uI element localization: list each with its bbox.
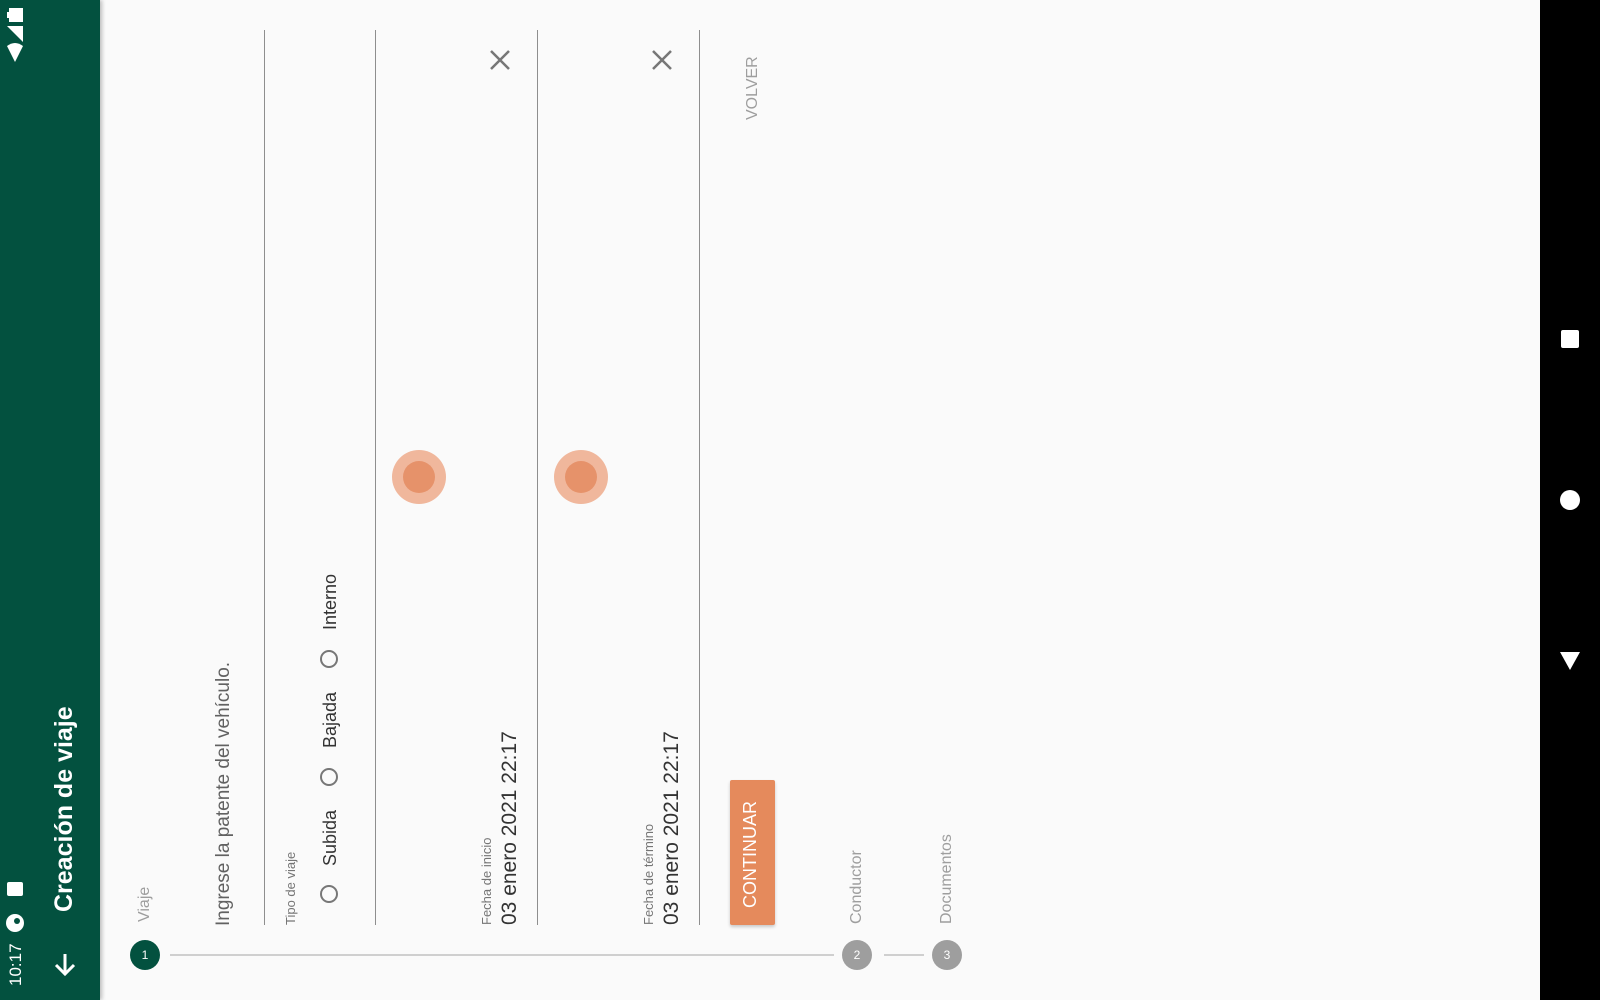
radio-bajada-label[interactable]: Bajada xyxy=(320,692,341,748)
end-date-label: Fecha de término xyxy=(641,823,656,925)
step-1-circle[interactable]: 1 xyxy=(130,940,160,970)
sd-card-icon xyxy=(7,882,23,896)
account-icon xyxy=(6,914,24,932)
step-2-circle[interactable]: 2 xyxy=(842,940,872,970)
trip-type-label: Tipo de viaje xyxy=(283,851,298,925)
system-nav-bar xyxy=(1540,0,1600,1000)
app-bar: 10:17 Creación de viaje xyxy=(0,0,100,1000)
back-button[interactable]: VOLVER xyxy=(744,56,762,120)
page-title: Creación de viaje xyxy=(50,706,78,912)
step-1-label: Viaje xyxy=(136,886,153,922)
signal-icon xyxy=(7,26,23,42)
back-arrow-icon[interactable] xyxy=(52,952,78,978)
end-date-picker-handle[interactable] xyxy=(554,450,608,504)
step-3-label: Documentos xyxy=(938,834,955,924)
start-date-underline xyxy=(537,30,538,925)
end-date-underline xyxy=(699,30,700,925)
end-date-value[interactable]: 03 enero 2021 22:17 xyxy=(660,731,684,925)
recents-icon[interactable] xyxy=(1561,330,1579,348)
step-connector-1 xyxy=(170,954,834,956)
step-2-label: Conductor xyxy=(848,850,865,924)
radio-interno[interactable] xyxy=(320,650,338,668)
start-date-picker-handle[interactable] xyxy=(392,450,446,504)
continue-button[interactable]: CONTINUAR xyxy=(730,780,775,925)
radio-interno-label[interactable]: Interno xyxy=(320,574,341,630)
back-nav-icon[interactable] xyxy=(1560,652,1580,670)
wifi-icon xyxy=(7,43,23,62)
continue-button-label: CONTINUAR xyxy=(740,801,760,908)
start-date-value[interactable]: 03 enero 2021 22:17 xyxy=(498,731,522,925)
battery-icon xyxy=(7,8,23,22)
radio-subida-label[interactable]: Subida xyxy=(320,810,341,866)
step-connector-2 xyxy=(884,954,924,956)
start-date-clear-icon[interactable] xyxy=(487,47,513,73)
plate-input-underline[interactable] xyxy=(264,30,265,925)
step-3-circle[interactable]: 3 xyxy=(932,940,962,970)
end-date-clear-icon[interactable] xyxy=(649,47,675,73)
trip-type-divider xyxy=(375,30,376,925)
plate-prompt: Ingrese la patente del vehículo. xyxy=(213,661,234,926)
start-date-label: Fecha de inicio xyxy=(479,837,494,925)
radio-subida[interactable] xyxy=(320,885,338,903)
status-time: 10:17 xyxy=(6,943,25,986)
home-icon[interactable] xyxy=(1560,490,1580,510)
radio-bajada[interactable] xyxy=(320,768,338,786)
